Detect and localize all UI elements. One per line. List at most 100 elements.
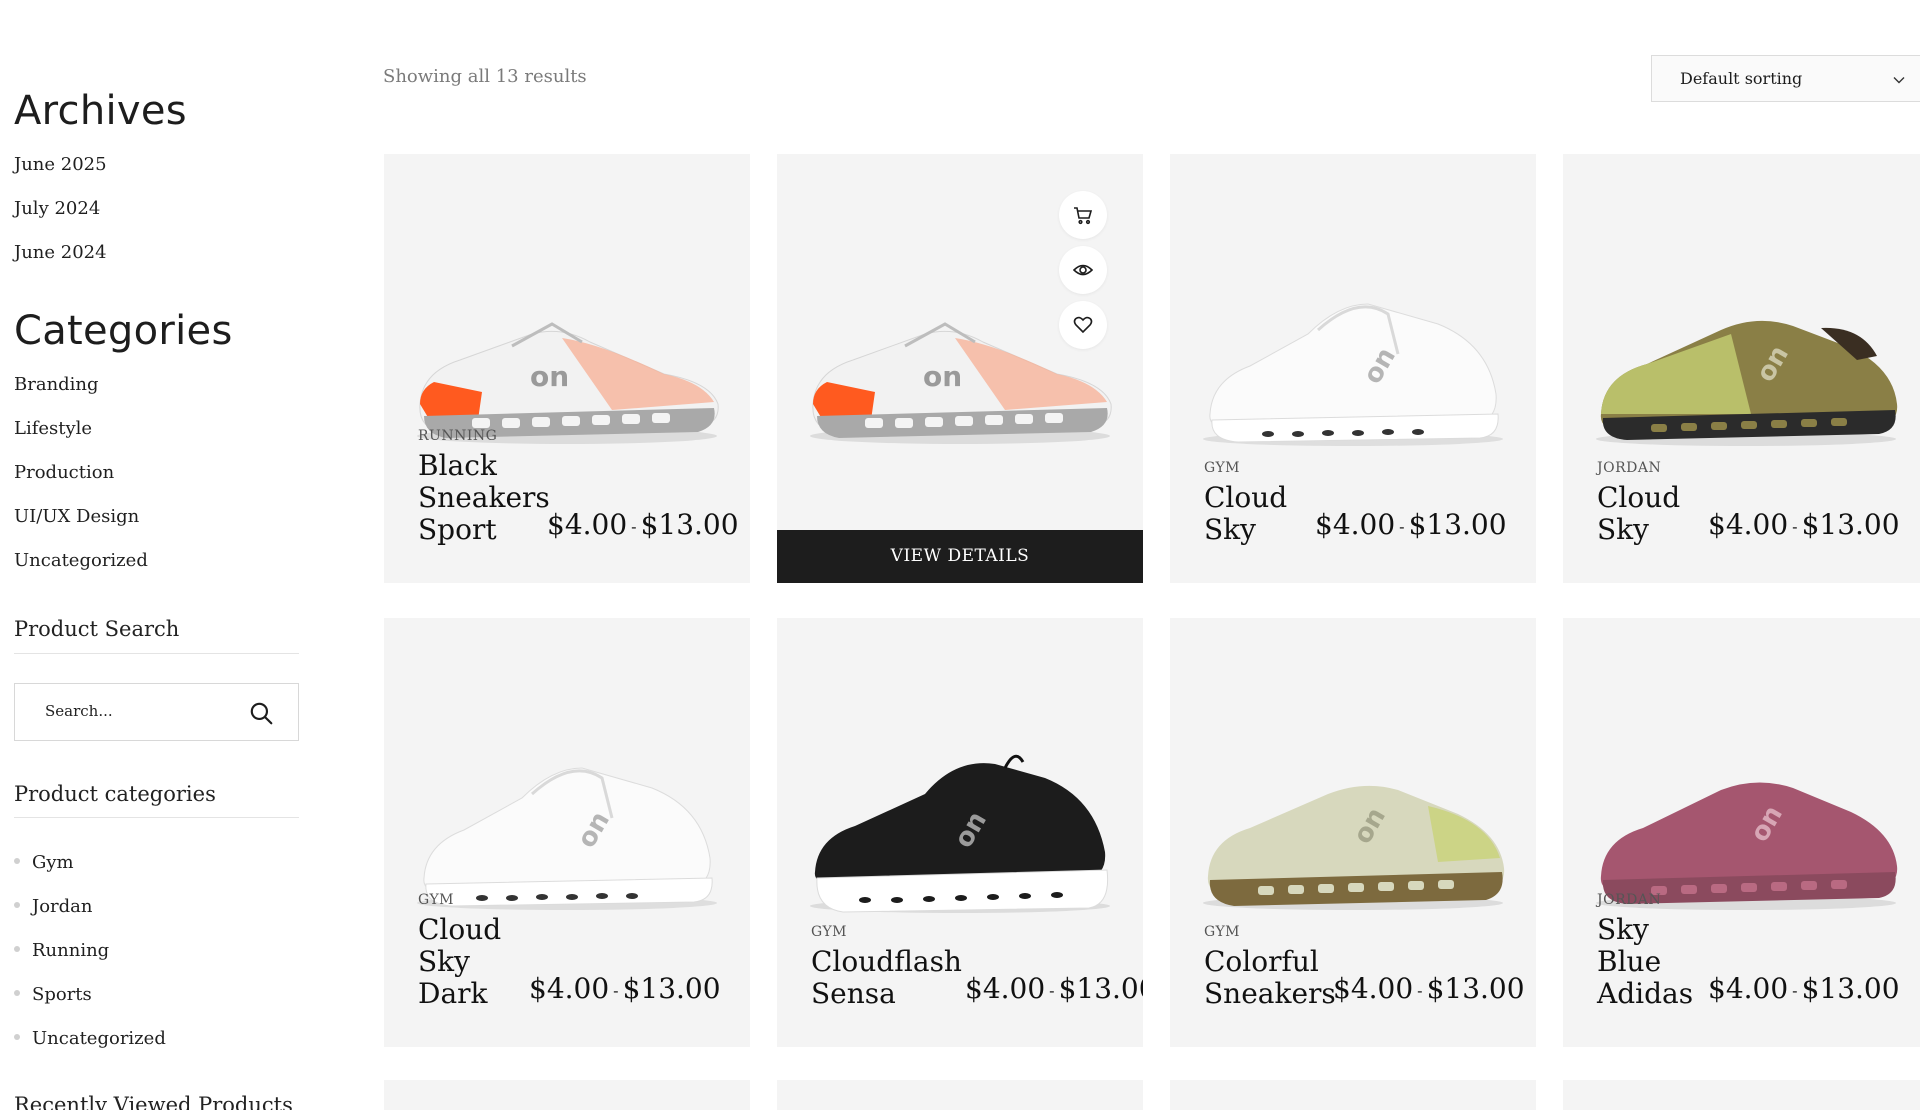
svg-text:on: on: [530, 360, 569, 393]
archive-link-june-2025[interactable]: June 2025: [14, 154, 107, 175]
sorting-dropdown[interactable]: Default sorting: [1651, 55, 1920, 102]
product-price: $4.00-$13.00: [1315, 508, 1507, 541]
price-separator: -: [1792, 981, 1798, 1000]
divider: [14, 817, 299, 818]
wishlist-button[interactable]: [1059, 301, 1107, 349]
product-name-line[interactable]: Adidas: [1597, 978, 1693, 1010]
product-card[interactable]: on GYM Cloud Sky Dark $4.00- $13.00: [384, 618, 750, 1047]
categories-title: Categories: [14, 308, 233, 354]
product-name-line[interactable]: Sneakers: [418, 482, 550, 514]
recently-viewed-title: Recently Viewed Products: [14, 1093, 293, 1110]
product-category-jordan[interactable]: Jordan: [14, 896, 93, 917]
product-name-line[interactable]: Black: [418, 450, 497, 482]
product-category-label: Sports: [32, 984, 92, 1005]
price-max: $13.00: [1801, 508, 1900, 541]
product-price: $4.00-$13.00: [529, 972, 721, 1005]
archive-link-july-2024[interactable]: July 2024: [14, 198, 100, 219]
product-category-label: JORDAN: [1597, 460, 1662, 476]
product-category-label: Uncategorized: [32, 1028, 166, 1049]
category-link-branding[interactable]: Branding: [14, 374, 99, 395]
price-min: $4.00: [1333, 972, 1414, 1005]
svg-text:on: on: [923, 360, 962, 393]
product-card-hovered[interactable]: on VIEW DETAILS: [777, 154, 1143, 583]
product-image: on: [810, 754, 1110, 913]
add-to-cart-button[interactable]: [1059, 191, 1107, 239]
product-card[interactable]: on GYM Cloud Sky $4.00- $13.00: [1170, 154, 1536, 583]
product-name-line[interactable]: Dark: [418, 978, 488, 1010]
product-image: on: [1596, 320, 1898, 446]
price-max: $13.00: [1801, 972, 1900, 1005]
product-card[interactable]: on RUNNING Black Sneakers Sport $4.00- $1…: [384, 154, 750, 583]
product-category-label: RUNNING: [418, 428, 498, 444]
price-min: $4.00: [529, 972, 610, 1005]
dot-icon: [14, 1034, 20, 1040]
price-separator: -: [631, 517, 637, 536]
product-card[interactable]: [1170, 1080, 1536, 1110]
product-category-label: GYM: [811, 924, 848, 940]
product-name-line[interactable]: Sky: [1204, 514, 1256, 546]
product-price: $4.00-$13.00: [1333, 972, 1525, 1005]
product-search-box: [14, 683, 299, 741]
divider: [14, 653, 299, 654]
price-separator: -: [1417, 981, 1423, 1000]
product-name-line[interactable]: Colorful: [1204, 946, 1319, 978]
product-price: $4.00-$13.00: [1708, 972, 1900, 1005]
product-image: on: [810, 322, 1112, 444]
product-name-line[interactable]: Sport: [418, 514, 497, 546]
price-separator: -: [1399, 517, 1405, 536]
product-name-line[interactable]: Sky: [1597, 914, 1649, 946]
quick-view-button[interactable]: [1059, 246, 1107, 294]
product-name-line[interactable]: Cloud: [1204, 482, 1287, 514]
product-card[interactable]: on JORDAN Cloud Sky $4.00- $13.00: [1563, 154, 1920, 583]
category-link-uiux-design[interactable]: UI/UX Design: [14, 506, 139, 527]
chevron-down-icon: [1893, 77, 1905, 84]
product-search-title: Product Search: [14, 617, 180, 641]
product-name-line[interactable]: Sky: [1597, 514, 1649, 546]
product-card[interactable]: on GYM Cloudflash Sensa $4.00-$13.00: [777, 618, 1143, 1047]
product-category-label: GYM: [1204, 460, 1241, 476]
product-name-line[interactable]: Blue: [1597, 946, 1661, 978]
product-category-uncategorized[interactable]: Uncategorized: [14, 1028, 166, 1049]
product-name-line[interactable]: Sky: [418, 946, 470, 978]
product-category-gym[interactable]: Gym: [14, 852, 74, 873]
product-name-line[interactable]: Sneakers: [1204, 978, 1336, 1010]
price-max: $13.00: [1058, 972, 1143, 1005]
price-min: $4.00: [547, 508, 628, 541]
product-card[interactable]: [1563, 1080, 1920, 1110]
result-count: Showing all 13 results: [383, 66, 587, 87]
archives-title: Archives: [14, 88, 187, 134]
product-card[interactable]: on GYM Colorful Sneakers $4.00- $13.00: [1170, 618, 1536, 1047]
price-max: $13.00: [640, 508, 739, 541]
dot-icon: [14, 990, 20, 996]
price-max: $13.00: [622, 972, 721, 1005]
product-card[interactable]: on JORDAN Sky Blue Adidas $4.00- $13.00: [1563, 618, 1920, 1047]
product-category-label: GYM: [1204, 924, 1241, 940]
category-link-uncategorized[interactable]: Uncategorized: [14, 550, 148, 571]
product-name-line[interactable]: Cloud: [1597, 482, 1680, 514]
price-max: $13.00: [1408, 508, 1507, 541]
product-name-line[interactable]: Sensa: [811, 978, 896, 1010]
price-min: $4.00: [965, 972, 1046, 1005]
product-image: on: [1203, 785, 1505, 910]
search-input[interactable]: [45, 702, 245, 720]
product-name-line[interactable]: Cloudflash: [811, 946, 962, 978]
archive-link-june-2024[interactable]: June 2024: [14, 242, 107, 263]
product-name-line[interactable]: Cloud: [418, 914, 501, 946]
product-card[interactable]: [384, 1080, 750, 1110]
product-price: $4.00-$13.00: [547, 508, 739, 541]
product-image: on: [1203, 303, 1503, 446]
sorting-label: Default sorting: [1680, 69, 1803, 88]
product-price: $4.00-$13.00: [965, 972, 1143, 1005]
cart-icon: [1074, 207, 1093, 225]
view-details-button[interactable]: VIEW DETAILS: [777, 530, 1143, 583]
category-link-lifestyle[interactable]: Lifestyle: [14, 418, 92, 439]
category-link-production[interactable]: Production: [14, 462, 114, 483]
search-icon[interactable]: [248, 700, 274, 726]
price-separator: -: [1049, 981, 1055, 1000]
dot-icon: [14, 858, 20, 864]
product-card[interactable]: [777, 1080, 1143, 1110]
product-category-running[interactable]: Running: [14, 940, 109, 961]
price-max: $13.00: [1426, 972, 1525, 1005]
product-category-sports[interactable]: Sports: [14, 984, 92, 1005]
price-separator: -: [1792, 517, 1798, 536]
